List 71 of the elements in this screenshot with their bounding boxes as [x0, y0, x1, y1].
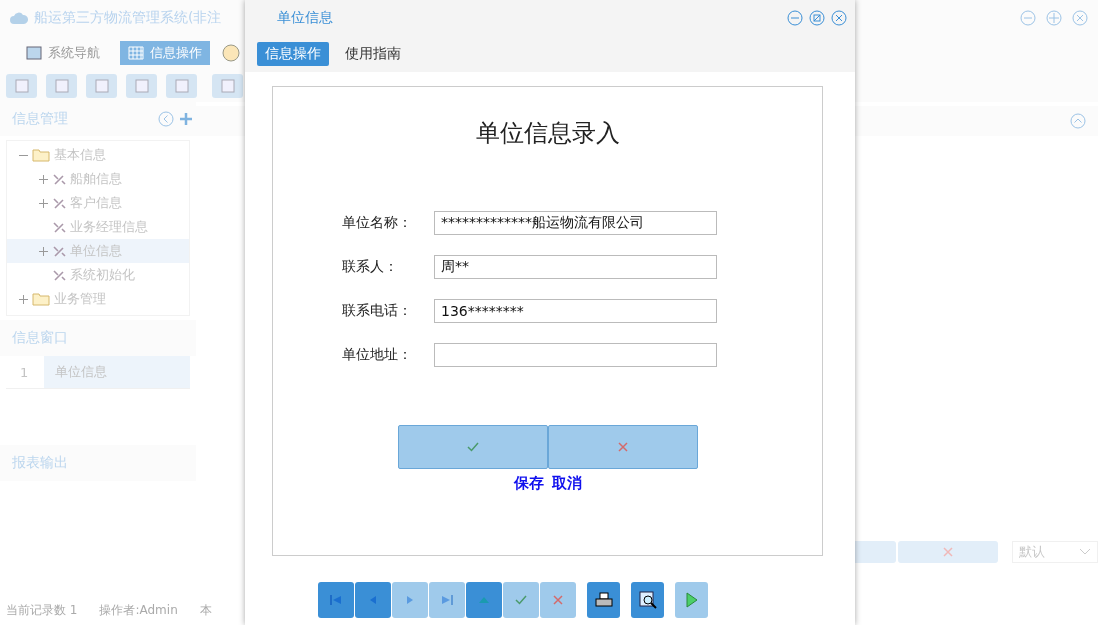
status-text: 本: [199, 601, 212, 619]
prev-icon: [369, 595, 377, 605]
plus-icon[interactable]: [39, 198, 48, 208]
first-button[interactable]: [318, 582, 354, 618]
prev-button[interactable]: [355, 582, 391, 618]
dialog-title: 单位信息: [277, 9, 333, 27]
row-number: 1: [19, 364, 30, 380]
tree-item[interactable]: 系统初始化: [70, 266, 135, 284]
tool-icon: [52, 172, 66, 186]
minimize-icon[interactable]: [787, 10, 803, 26]
cloud-logo-icon: [10, 11, 28, 25]
plus-icon[interactable]: [39, 174, 48, 184]
tool-icon: [52, 268, 66, 282]
panel-title: 信息管理: [12, 110, 68, 128]
action-link[interactable]: 取消: [551, 474, 582, 493]
grid-icon: [128, 46, 144, 60]
folder-icon: [32, 148, 50, 162]
save-button[interactable]: [397, 425, 548, 469]
cancel-button[interactable]: [898, 541, 998, 563]
plus-icon[interactable]: [39, 246, 48, 256]
check-icon: [515, 595, 527, 605]
form-heading: 单位信息录入: [475, 118, 620, 149]
tree-item[interactable]: 船舶信息: [70, 170, 122, 188]
field-label: 单位地址：: [342, 346, 413, 364]
tab[interactable]: 使用指南: [337, 42, 409, 66]
check-icon: [466, 442, 479, 452]
nav-tab[interactable]: 信息操作: [120, 41, 210, 65]
maximize-icon[interactable]: [1046, 10, 1062, 26]
tab[interactable]: 信息操作: [257, 42, 329, 66]
input-field[interactable]: [434, 343, 717, 367]
close-icon: [553, 595, 563, 605]
action-link[interactable]: 保存: [513, 474, 544, 493]
magnifier-icon: [638, 591, 657, 609]
input-field[interactable]: 136********: [434, 299, 717, 323]
tool-icon: [52, 220, 66, 234]
close-icon: [617, 442, 628, 452]
plus-icon[interactable]: [19, 294, 28, 304]
first-icon: [330, 595, 342, 605]
input-field[interactable]: *************船运物流有限公司: [434, 211, 717, 235]
preview-button[interactable]: [631, 582, 664, 618]
input-field[interactable]: 周**: [434, 255, 717, 279]
status-text: 当前记录数 1: [6, 601, 78, 619]
cancel-button[interactable]: [547, 425, 698, 469]
print-button[interactable]: [587, 582, 620, 618]
collapse-up-icon[interactable]: [1070, 113, 1086, 129]
last-icon: [441, 595, 453, 605]
tool-icon: [52, 196, 66, 210]
field-label: 联系人：: [342, 258, 399, 276]
panel-title: 报表输出: [12, 454, 68, 472]
next-icon: [406, 595, 414, 605]
up-icon: [479, 597, 489, 603]
field-label: 联系电话：: [342, 302, 413, 320]
printer-icon: [594, 592, 613, 608]
close-icon: [943, 547, 953, 557]
collapse-left-icon[interactable]: [158, 111, 174, 127]
play-icon: [685, 592, 698, 608]
chevron-down-icon: [1079, 548, 1091, 556]
close-icon[interactable]: [831, 10, 847, 26]
minimize-icon[interactable]: [1020, 10, 1036, 26]
plus-icon[interactable]: [180, 113, 192, 125]
nav-tab[interactable]: 系统导航: [18, 41, 108, 65]
close-icon[interactable]: [1072, 10, 1088, 26]
tree-item[interactable]: 基本信息: [54, 146, 106, 164]
folder-icon: [32, 292, 50, 306]
up-button[interactable]: [466, 582, 502, 618]
tree-item[interactable]: 客户信息: [70, 194, 122, 212]
restore-icon[interactable]: [809, 10, 825, 26]
field-label: 单位名称：: [342, 214, 413, 232]
tool-icon: [52, 244, 66, 258]
status-text: 操作者:Admin: [99, 601, 178, 619]
window-icon: [26, 46, 42, 60]
